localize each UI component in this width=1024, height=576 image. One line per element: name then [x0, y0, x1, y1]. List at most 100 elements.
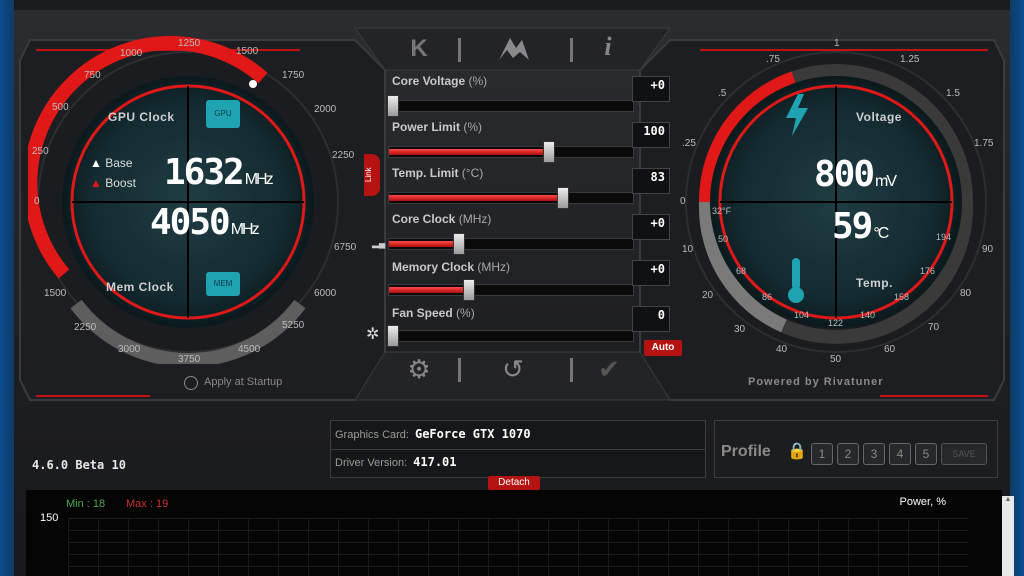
scale-tick-label: 0: [680, 196, 686, 207]
lock-icon[interactable]: 🔒: [787, 441, 807, 461]
scale-tick-label: 20: [702, 290, 714, 301]
temp-limit-slider[interactable]: [388, 187, 634, 209]
slider-handle[interactable]: [463, 279, 475, 301]
powered-by-label: Powered by Rivatuner: [748, 376, 884, 388]
scale-tick-label: 500: [52, 102, 69, 113]
scale-tick-label: 3750: [178, 354, 201, 365]
profile-slot-3[interactable]: 3: [863, 443, 885, 465]
voltage-label: Voltage: [856, 110, 902, 124]
scale-tick-label: 40: [776, 344, 788, 355]
scale-tick-label: 6750: [334, 242, 357, 253]
temp-limit-label: Temp. Limit (°C): [392, 166, 484, 180]
hardware-monitor-graph: Min : 18 Max : 19 150 Power, %: [26, 490, 1002, 576]
gpu-clock-label: GPU Clock: [108, 110, 175, 124]
scale-tick-label: 70: [928, 322, 940, 333]
scale-tick-label: 86: [762, 292, 773, 302]
memory-clock-slider[interactable]: [388, 279, 634, 301]
series-label: Power, %: [899, 496, 946, 508]
scale-tick-label: 4500: [238, 344, 261, 355]
clock-gauge: [28, 36, 339, 364]
fan-speed-slider[interactable]: [387, 325, 634, 347]
signal-icon: ▂▄: [372, 238, 386, 248]
save-button[interactable]: SAVE: [941, 443, 987, 465]
divider: [570, 358, 573, 382]
core-voltage-value[interactable]: +0: [632, 76, 670, 102]
gpu-chip-icon: GPU: [206, 100, 240, 128]
scale-tick-label: 5250: [282, 320, 305, 331]
core-clock-value[interactable]: +0: [632, 214, 670, 240]
fan-settings-icon[interactable]: ✲: [366, 324, 379, 344]
divider: [331, 449, 705, 450]
axis-top-label: 150: [40, 512, 59, 524]
slider-handle[interactable]: [387, 325, 399, 347]
core-voltage-slider[interactable]: [387, 95, 634, 117]
scale-tick-label: 30: [734, 324, 746, 335]
info-button[interactable]: i: [596, 32, 620, 64]
scroll-up-icon[interactable]: ▲: [1002, 496, 1014, 503]
scale-tick-label: 90: [982, 244, 994, 255]
scale-tick-label: 1500: [44, 288, 67, 299]
version-label: 4.6.0 Beta 10: [32, 458, 126, 472]
profile-slot-1[interactable]: 1: [811, 443, 833, 465]
apply-at-startup-checkbox[interactable]: [184, 376, 198, 390]
scale-tick-label: 3000: [118, 344, 141, 355]
core-clock-label: Core Clock (MHz): [392, 212, 492, 226]
k-boost-button[interactable]: K: [404, 34, 434, 64]
profile-slot-2[interactable]: 2: [837, 443, 859, 465]
scale-tick-label: 0: [34, 196, 40, 207]
lightning-icon: [784, 94, 810, 141]
scale-tick-label: 1500: [236, 46, 259, 57]
graph-scrollbar[interactable]: ▲: [1002, 496, 1014, 576]
scale-tick-label: 50: [830, 354, 842, 365]
scale-tick-label: .5: [718, 88, 727, 99]
scale-tick-label: 750: [84, 70, 101, 81]
scale-tick-label: 122: [828, 318, 844, 328]
scale-tick-label: 2250: [332, 150, 355, 161]
scale-tick-label: 1.5: [946, 88, 960, 99]
scale-tick-label: 250: [32, 146, 49, 157]
msi-dragon-icon[interactable]: [496, 34, 532, 64]
graph-grid: [68, 518, 968, 576]
scale-tick-label: 80: [960, 288, 972, 299]
mem-chip-icon: MEM: [206, 272, 240, 296]
thermometer-icon: [786, 258, 806, 309]
slider-handle[interactable]: [453, 233, 465, 255]
voltage-temp-gauge: [685, 51, 987, 353]
mem-clock-value: 4050 MHz: [150, 202, 260, 243]
power-limit-slider[interactable]: [388, 141, 634, 163]
memory-clock-label: Memory Clock (MHz): [392, 260, 511, 274]
profile-label: Profile: [721, 443, 771, 460]
graphics-card-row: Graphics Card: GeForce GTX 1070: [335, 427, 531, 441]
slider-handle[interactable]: [387, 95, 399, 117]
slider-handle[interactable]: [557, 187, 569, 209]
scale-tick-label: 6000: [314, 288, 337, 299]
core-clock-slider[interactable]: [388, 233, 634, 255]
power-limit-label: Power Limit (%): [392, 120, 483, 134]
fan-speed-value[interactable]: 0: [632, 306, 670, 332]
base-triangle-icon: ▲: [90, 156, 102, 170]
scale-tick-label: .25: [682, 138, 696, 149]
slider-handle[interactable]: [543, 141, 555, 163]
divider: [458, 358, 461, 382]
scale-tick-label: 50: [718, 234, 729, 244]
scale-tick-label: 194: [936, 232, 952, 242]
reset-icon[interactable]: ↺: [496, 354, 530, 384]
power-limit-value[interactable]: 100: [632, 122, 670, 148]
link-button[interactable]: Link: [364, 154, 380, 196]
boost-label: ▲ Boost: [90, 176, 136, 190]
temp-limit-value[interactable]: 83: [632, 168, 670, 194]
temp-label: Temp.: [856, 276, 893, 290]
msi-afterburner-window: K i GPU Clock GPU ▲ Base ▲ Boost 1632 MHz…: [0, 0, 1024, 576]
settings-gear-icon[interactable]: ⚙: [404, 354, 434, 384]
scale-tick-label: 60: [884, 344, 896, 355]
boost-triangle-icon: ▲: [90, 176, 102, 190]
detach-button[interactable]: Detach: [488, 476, 540, 490]
scale-tick-label: 1750: [282, 70, 305, 81]
profile-slot-5[interactable]: 5: [915, 443, 937, 465]
apply-check-icon[interactable]: ✔: [594, 354, 624, 384]
profile-slot-4[interactable]: 4: [889, 443, 911, 465]
driver-version-row: Driver Version: 417.01: [335, 455, 457, 469]
memory-clock-value[interactable]: +0: [632, 260, 670, 286]
scale-tick-label: 2250: [74, 322, 97, 333]
scale-tick-label: 1000: [120, 48, 143, 59]
